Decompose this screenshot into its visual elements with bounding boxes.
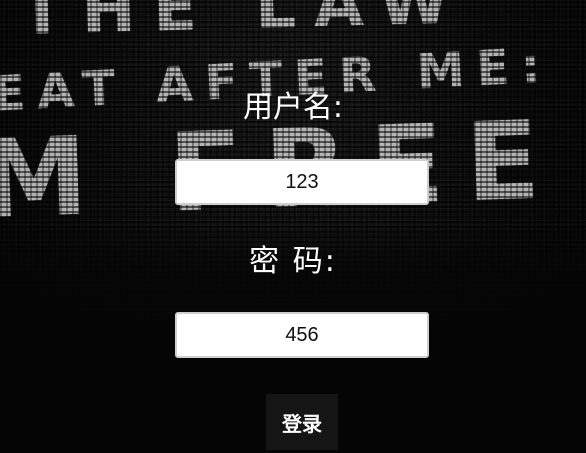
username-input[interactable] — [175, 159, 429, 205]
login-page: THE LAW EAT AFTER ME: M FREE 用户名: 密 码: 登… — [0, 0, 586, 453]
login-button[interactable]: 登录 — [266, 394, 338, 450]
username-label: 用户名: — [242, 90, 344, 125]
login-form: 用户名: 密 码: 登录 — [0, 0, 586, 453]
password-label: 密 码: — [249, 244, 337, 279]
password-input[interactable] — [175, 312, 429, 358]
